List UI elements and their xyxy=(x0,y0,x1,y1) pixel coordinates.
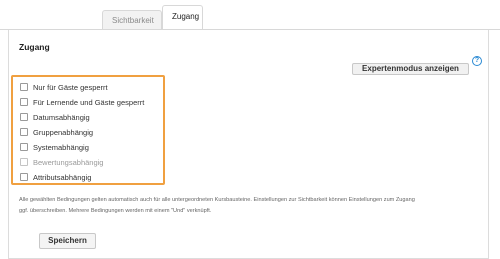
access-panel: Zugang Expertenmodus anzeigen ? Nur für … xyxy=(8,30,489,259)
condition-attribute[interactable]: Attributsabhängig xyxy=(20,171,91,183)
checkbox xyxy=(20,158,28,166)
tab-zugang[interactable]: Zugang xyxy=(162,5,203,30)
condition-date[interactable]: Datumsabhängig xyxy=(20,111,90,123)
conditions-group: Nur für Gäste gesperrt Für Lernende und … xyxy=(11,75,165,185)
condition-learners-guests-blocked[interactable]: Für Lernende und Gäste gesperrt xyxy=(20,96,144,108)
condition-label: Für Lernende und Gäste gesperrt xyxy=(33,97,145,107)
checkbox[interactable] xyxy=(20,143,28,151)
checkbox[interactable] xyxy=(20,83,28,91)
info-text: Alle gewählten Bedingungen gelten automa… xyxy=(19,195,484,217)
tab-bar: Sichtbarkeit Zugang xyxy=(0,0,500,30)
tab-sichtbarkeit[interactable]: Sichtbarkeit xyxy=(102,10,162,30)
condition-label: Gruppenabhängig xyxy=(33,127,94,137)
save-button[interactable]: Speichern xyxy=(39,233,96,249)
checkbox[interactable] xyxy=(20,113,28,121)
condition-label: Systemabhängig xyxy=(33,142,89,152)
condition-group[interactable]: Gruppenabhängig xyxy=(20,126,93,138)
condition-label: Datumsabhängig xyxy=(33,112,90,122)
condition-assessment: Bewertungsabhängig xyxy=(20,156,103,168)
condition-label: Nur für Gäste gesperrt xyxy=(33,82,108,92)
expert-mode-button[interactable]: Expertenmodus anzeigen xyxy=(352,63,469,75)
info-line-2: ggf. überschreiben. Mehrere Bedingungen … xyxy=(19,208,212,214)
condition-system[interactable]: Systemabhängig xyxy=(20,141,89,153)
help-circle-icon[interactable]: ? xyxy=(472,56,482,66)
checkbox[interactable] xyxy=(20,173,28,181)
section-title: Zugang xyxy=(19,42,50,52)
condition-label: Attributsabhängig xyxy=(33,172,92,182)
condition-label: Bewertungsabhängig xyxy=(33,157,104,167)
condition-guests-blocked[interactable]: Nur für Gäste gesperrt xyxy=(20,81,108,93)
info-line-1: Alle gewählten Bedingungen gelten automa… xyxy=(19,197,415,203)
checkbox[interactable] xyxy=(20,98,28,106)
checkbox[interactable] xyxy=(20,128,28,136)
